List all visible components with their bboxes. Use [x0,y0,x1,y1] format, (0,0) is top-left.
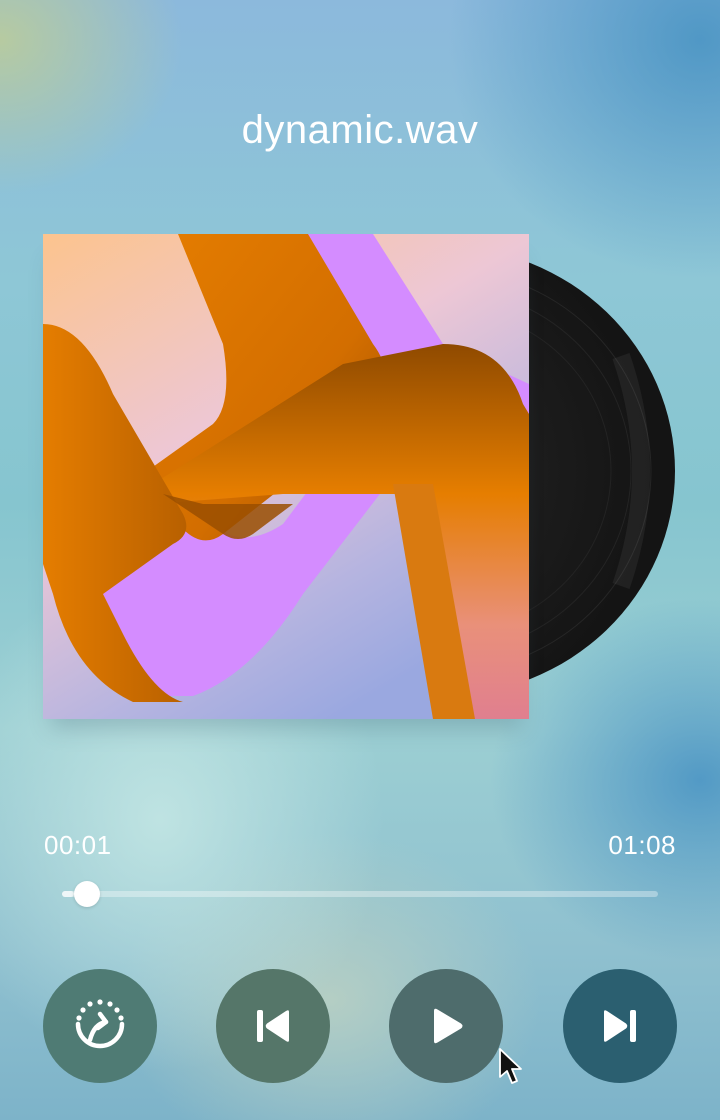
skip-previous-icon [257,1010,289,1042]
total-duration: 01:08 [608,830,676,860]
seek-bar[interactable] [62,880,658,908]
track-title: dynamic.wav [241,108,479,152]
play-icon [434,1008,463,1044]
play-button[interactable] [389,969,503,1083]
elapsed-time: 00:01 [44,830,112,860]
share-arrow-icon [75,999,125,1049]
next-track-button[interactable] [563,969,677,1083]
seek-progress [62,891,74,897]
album-cover-art [43,234,529,719]
skip-next-icon [604,1010,636,1042]
album-art-area [43,234,683,754]
mouse-pointer-icon [499,1048,522,1084]
seek-thumb[interactable] [73,881,100,907]
previous-track-button[interactable] [216,969,330,1083]
share-button[interactable] [43,969,157,1083]
seek-track[interactable] [62,891,658,897]
album-cover [43,234,529,719]
